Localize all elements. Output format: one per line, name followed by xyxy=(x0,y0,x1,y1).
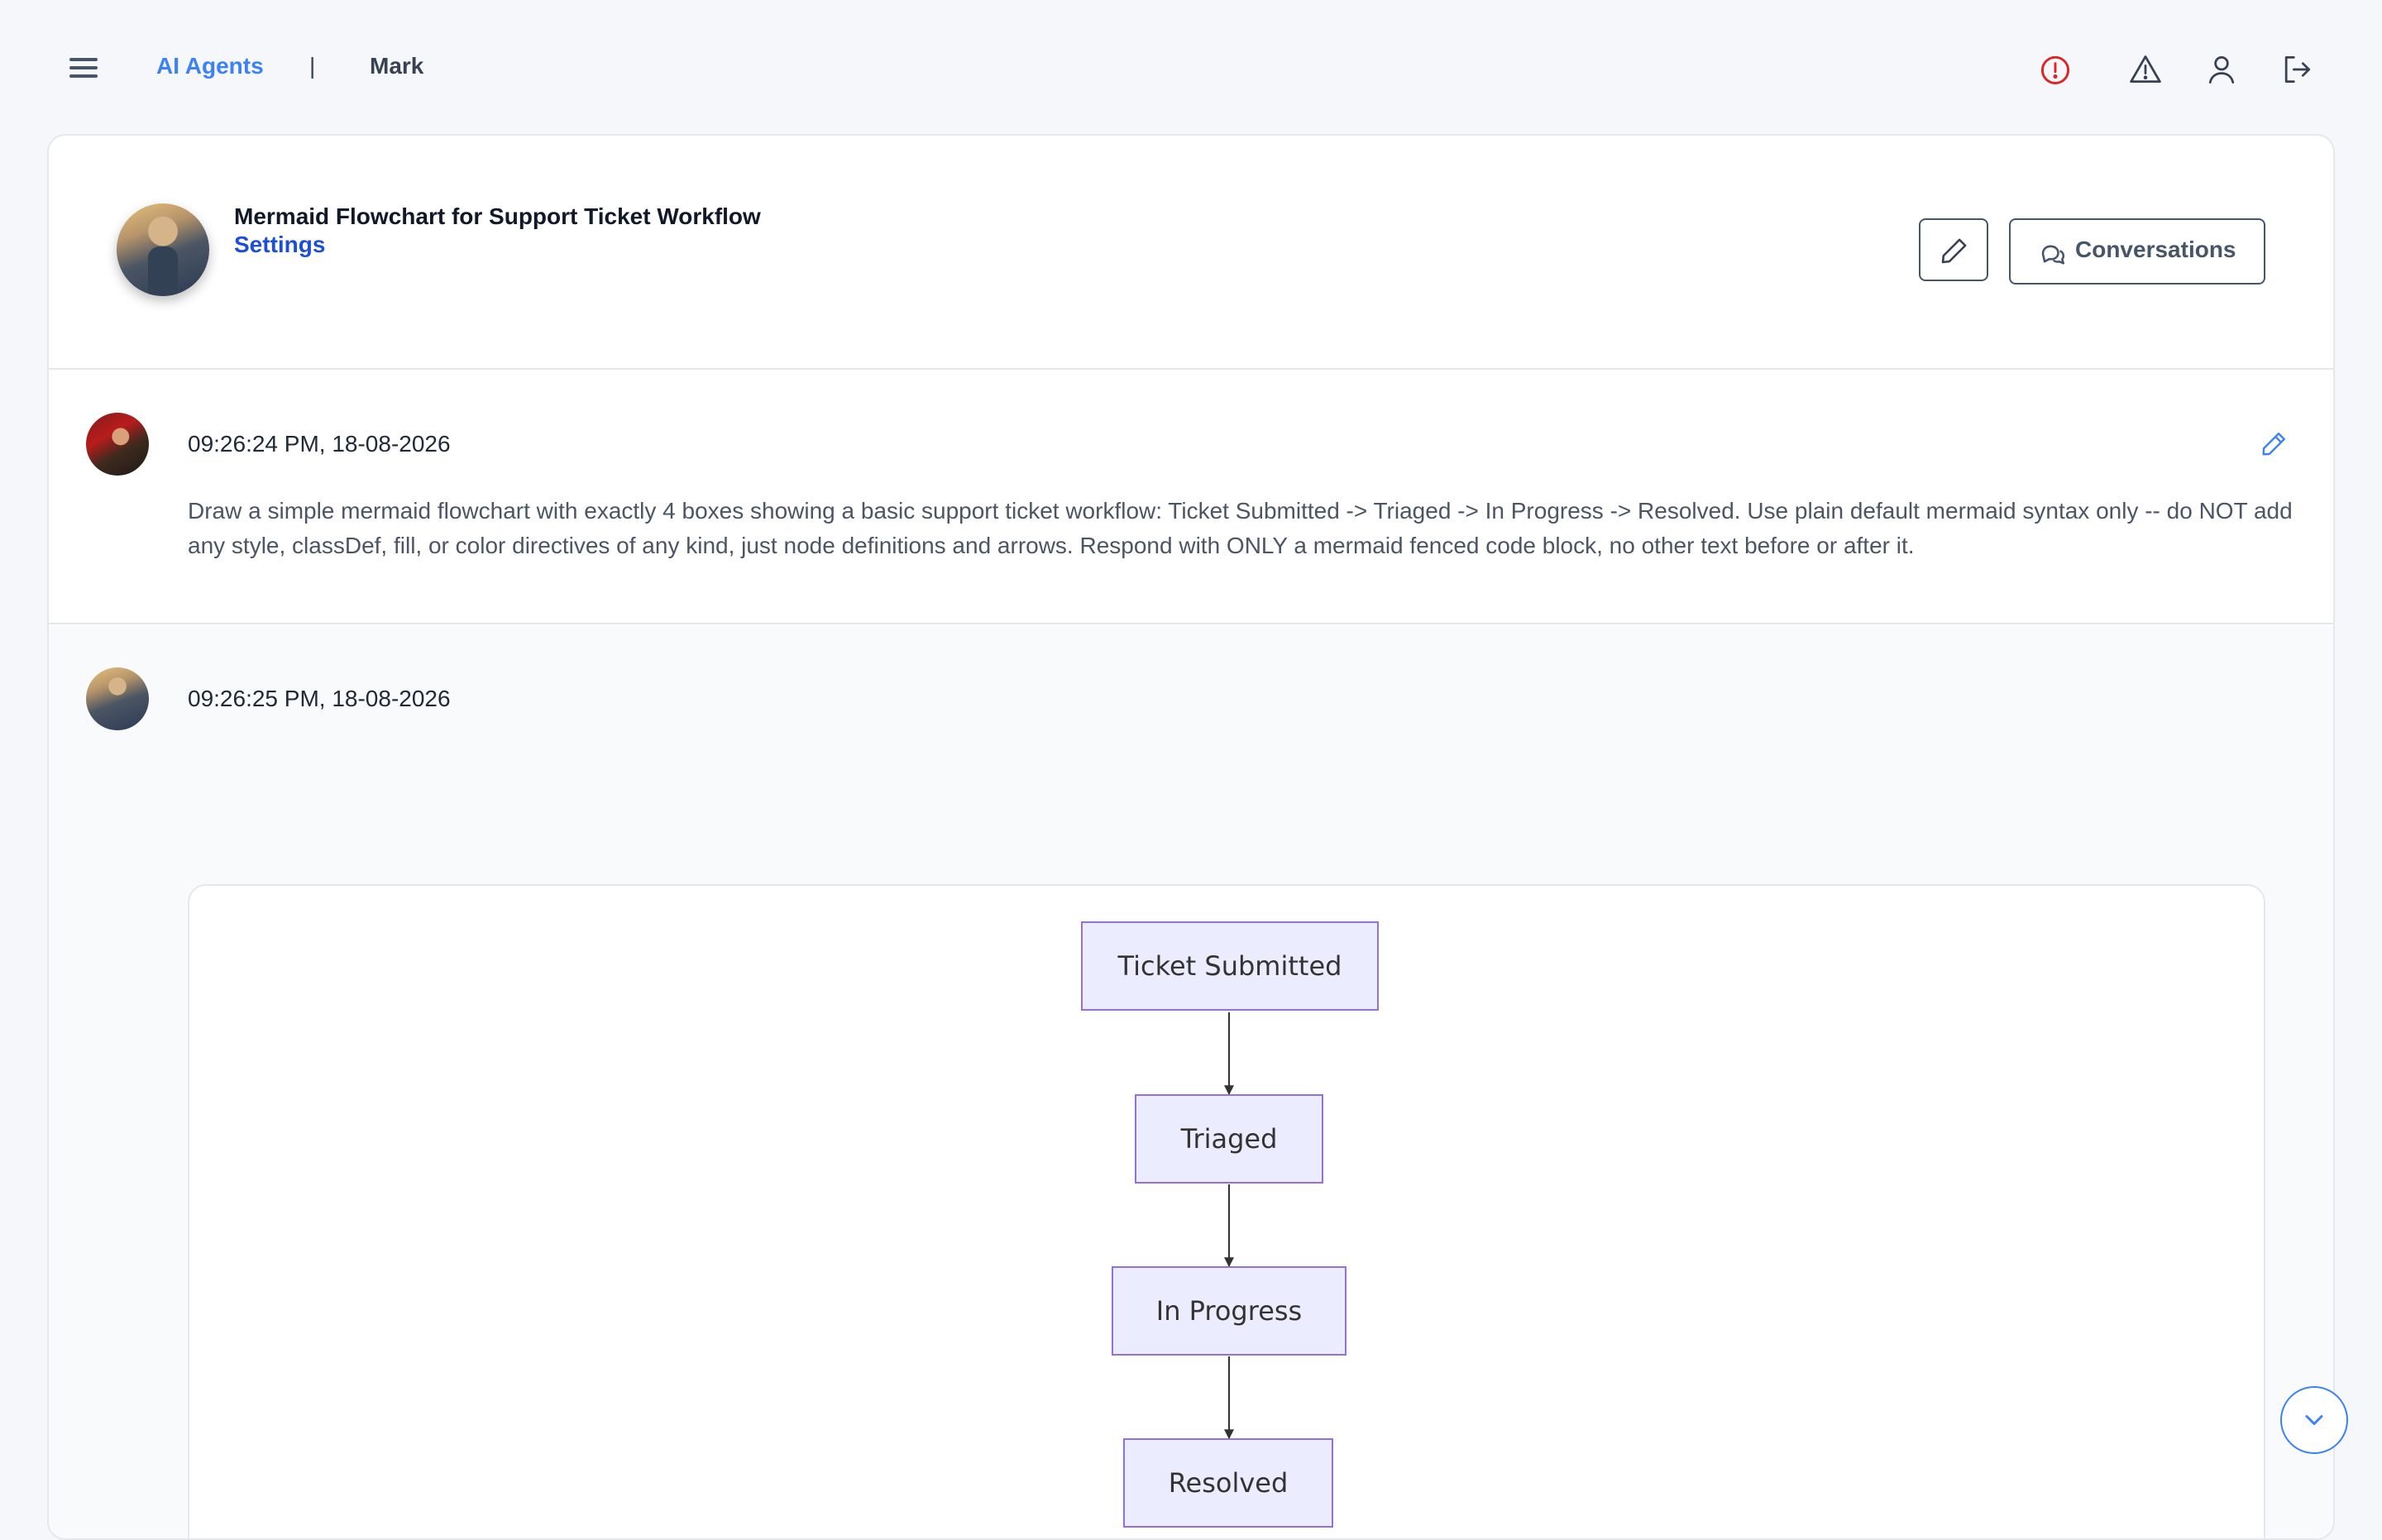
message-timestamp: 09:26:25 PM, 18-08-2026 xyxy=(188,686,451,711)
conversations-button[interactable]: Conversations xyxy=(2009,218,2265,285)
node-in-progress: In Progress xyxy=(1112,1266,1346,1356)
breadcrumb-separator: | xyxy=(309,53,316,79)
mermaid-diagram: Ticket Submitted Triaged In Progress Res… xyxy=(188,884,2265,1538)
message-timestamp: 09:26:24 PM, 18-08-2026 xyxy=(188,431,451,457)
top-bar: AI Agents | Mark xyxy=(0,0,2382,134)
alert-circle-icon[interactable] xyxy=(2037,51,2073,88)
conversation-card: Mermaid Flowchart for Support Ticket Wor… xyxy=(47,134,2335,1540)
scroll-down-button[interactable] xyxy=(2280,1386,2348,1454)
menu-icon[interactable] xyxy=(66,53,103,83)
agent-message-avatar xyxy=(86,667,149,730)
user-message: 09:26:24 PM, 18-08-2026 Draw a simple me… xyxy=(49,371,2333,624)
logout-icon[interactable] xyxy=(2279,51,2315,88)
warning-triangle-icon[interactable] xyxy=(2127,51,2164,88)
conversations-label: Conversations xyxy=(2075,237,2236,262)
breadcrumb-current: Mark xyxy=(370,53,424,79)
chat-bubbles-icon xyxy=(2041,245,2065,265)
node-triaged: Triaged xyxy=(1135,1094,1323,1184)
node-ticket-submitted: Ticket Submitted xyxy=(1081,921,1379,1011)
agent-avatar xyxy=(117,203,209,296)
edit-message-icon[interactable] xyxy=(2259,429,2289,459)
node-resolved: Resolved xyxy=(1123,1438,1333,1528)
edit-agent-button[interactable] xyxy=(1919,218,1988,281)
message-text: Draw a simple mermaid flowchart with exa… xyxy=(188,498,2293,558)
agent-header: Mermaid Flowchart for Support Ticket Wor… xyxy=(49,136,2333,370)
pencil-icon xyxy=(1941,238,1967,264)
agent-message: 09:26:25 PM, 18-08-2026 Ticket Submitted… xyxy=(49,626,2333,1538)
agent-title: Mermaid Flowchart for Support Ticket Wor… xyxy=(234,203,761,229)
user-avatar xyxy=(86,413,149,476)
chevron-down-icon xyxy=(2305,1415,2323,1425)
settings-link[interactable]: Settings xyxy=(234,232,325,258)
breadcrumb-ai-agents[interactable]: AI Agents xyxy=(156,53,264,79)
user-icon[interactable] xyxy=(2203,51,2240,88)
